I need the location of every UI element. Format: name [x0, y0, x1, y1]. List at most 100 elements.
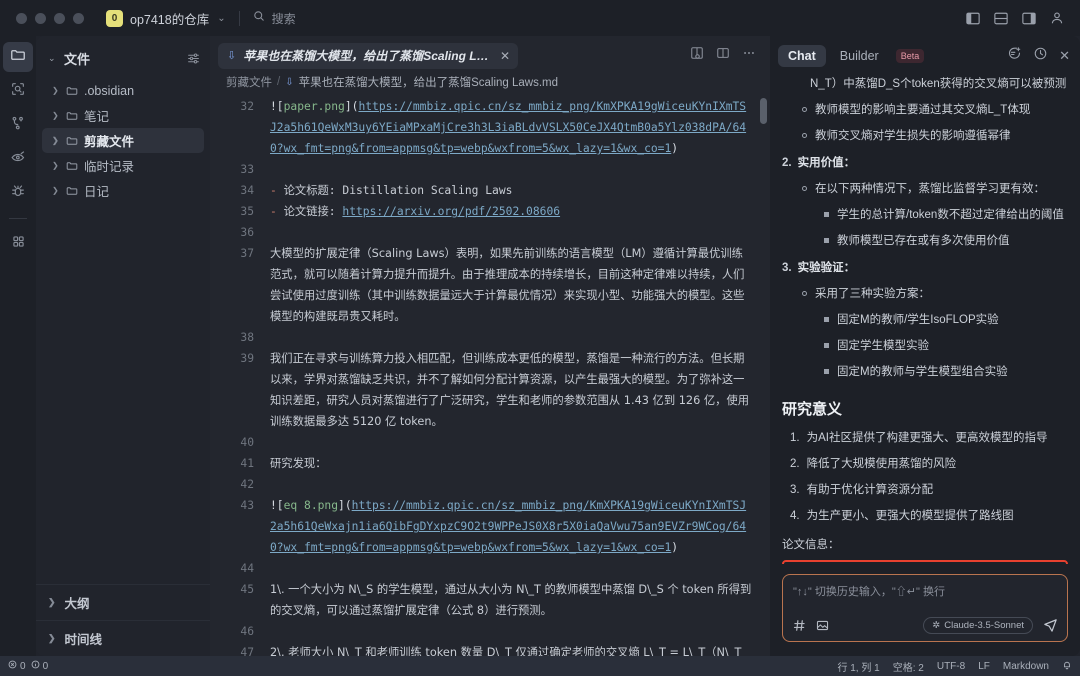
bullet-item: 教师模型的影响主要通过其交叉熵L_T体现: [802, 100, 1068, 120]
sub-bullet-item: 固定M的教师与学生模型组合实验: [824, 362, 1068, 382]
attach-image-icon[interactable]: [816, 619, 829, 632]
title-bar: 0 op7418的仓库 ⌄ 搜索: [0, 0, 1080, 36]
toggle-left-panel-icon[interactable]: [965, 11, 980, 26]
tree-item-obsidian[interactable]: ❯ .obsidian: [42, 78, 204, 103]
chat-input-box[interactable]: "↑↓" 切换历史输入，"⇧↵" 换行: [782, 574, 1068, 642]
line-content[interactable]: [270, 474, 752, 495]
rail-item-plugins[interactable]: [3, 229, 33, 259]
git-branch-icon: [10, 115, 26, 136]
line-content[interactable]: [270, 432, 752, 453]
chat-input-placeholder: "↑↓" 切换历史输入，"⇧↵" 换行: [793, 583, 1058, 599]
status-left: 0 0: [8, 660, 48, 672]
history-icon[interactable]: [1033, 46, 1048, 66]
line-content[interactable]: - 论文链接: https://arxiv.org/pdf/2502.08606: [270, 201, 752, 222]
rail-item-git[interactable]: [3, 110, 33, 140]
line-number: 44: [210, 558, 270, 579]
account-icon[interactable]: [1049, 11, 1064, 26]
line-content[interactable]: 我们正在寻求与训练算力投入相匹配，但训练成本更低的模型，蒸馏是一种流行的方法。但…: [270, 348, 752, 432]
line-content[interactable]: [270, 621, 752, 642]
rail-item-files[interactable]: [3, 42, 33, 72]
editor-scrollbar[interactable]: [760, 98, 767, 124]
close-tab-button[interactable]: ✕: [500, 49, 510, 63]
tab-builder[interactable]: Builder: [830, 45, 889, 67]
close-chat-icon[interactable]: ✕: [1059, 48, 1070, 64]
notification-bell-icon[interactable]: [1062, 660, 1072, 673]
chat-messages[interactable]: N_T）中蒸馏D_S个token获得的交叉熵可以被预测 教师模型的影响主要通过其…: [770, 74, 1080, 564]
model-name: Claude-3.5-Sonnet: [944, 620, 1024, 631]
error-count[interactable]: 0: [8, 660, 26, 672]
code-line: 32![paper.png](https://mmbiz.qpic.cn/sz_…: [210, 96, 752, 159]
code-line: 42: [210, 474, 752, 495]
rail-item-search[interactable]: [3, 76, 33, 106]
tree-item-notes[interactable]: ❯ 笔记: [42, 103, 204, 128]
line-content[interactable]: ![eq 8.png](https://mmbiz.qpic.cn/sz_mmb…: [270, 495, 752, 558]
code-token: 研究发现：: [270, 457, 327, 470]
inline-url[interactable]: https://arxiv.org/pdf/2502.08606: [342, 205, 560, 218]
code-scroll-area[interactable]: 32![paper.png](https://mmbiz.qpic.cn/sz_…: [210, 96, 770, 656]
close-window-button[interactable]: [16, 13, 27, 24]
divider: [239, 11, 240, 26]
line-content[interactable]: - 论文标题: Distillation Scaling Laws: [270, 180, 752, 201]
toggle-right-panel-icon[interactable]: [1021, 11, 1036, 26]
line-content[interactable]: [270, 327, 752, 348]
tree-item-label: 日记: [84, 181, 109, 200]
editor-tab[interactable]: ⇩ 苹果也在蒸馏大模型，给出了蒸馏Scaling Laws.md ✕: [218, 43, 518, 69]
assistant-message: N_T）中蒸馏D_S个token获得的交叉熵可以被预测 教师模型的影响主要通过其…: [782, 74, 1068, 564]
explorer-header: ⌄ 文件: [36, 36, 210, 78]
line-content[interactable]: [270, 558, 752, 579]
chevron-down-icon[interactable]: ⌄: [48, 53, 58, 64]
line-number: 41: [210, 453, 270, 474]
sub-bullet-item: 固定M的教师/学生IsoFLOP实验: [824, 310, 1068, 330]
code-token: 论文标题: Distillation Scaling Laws: [284, 184, 513, 197]
tab-chat[interactable]: Chat: [778, 45, 826, 67]
toggle-bottom-panel-icon[interactable]: [993, 11, 1008, 26]
vault-switcher[interactable]: 0 op7418的仓库 ⌄: [106, 9, 226, 28]
line-content[interactable]: [270, 159, 752, 180]
cursor-position[interactable]: 行 1, 列 1: [837, 659, 879, 674]
model-selector[interactable]: ✲ Claude-3.5-Sonnet: [923, 617, 1033, 634]
window-controls[interactable]: [10, 13, 84, 24]
line-content[interactable]: [270, 222, 752, 243]
folder-icon: [66, 160, 78, 172]
explorer-sort-button[interactable]: [187, 52, 200, 65]
maximize-window-button[interactable]: [54, 13, 65, 24]
section-timeline[interactable]: ❯ 时间线: [36, 620, 210, 656]
section-outline[interactable]: ❯ 大纲: [36, 584, 210, 620]
bullet-text: 教师模型的影响主要通过其交叉熵L_T体现: [815, 100, 1030, 120]
code-content[interactable]: 32![paper.png](https://mmbiz.qpic.cn/sz_…: [210, 96, 770, 656]
code-line: 37大模型的扩展定律（Scaling Laws）表明，如果先前训练的语言模型（L…: [210, 243, 752, 327]
breadcrumb-root[interactable]: 剪藏文件: [226, 74, 272, 90]
rail-item-links[interactable]: [3, 144, 33, 174]
line-content[interactable]: 研究发现：: [270, 453, 752, 474]
tree-item-temp[interactable]: ❯ 临时记录: [42, 153, 204, 178]
line-content[interactable]: ![paper.png](https://mmbiz.qpic.cn/sz_mm…: [270, 96, 752, 159]
code-line: 39我们正在寻求与训练算力投入相匹配，但训练成本更低的模型，蒸馏是一种流行的方法…: [210, 348, 752, 432]
code-line: 36: [210, 222, 752, 243]
folder-tree: ❯ .obsidian ❯ 笔记 ❯: [36, 78, 210, 203]
chevron-right-icon: ❯: [52, 186, 60, 195]
obsidian-file-icon: ⇩: [285, 77, 293, 88]
line-content[interactable]: 2\. 老师大小 N\_T 和老师训练 token 数量 D\_T 仅通过确定老…: [270, 642, 752, 656]
warning-count[interactable]: 0: [31, 660, 49, 672]
minimize-window-button[interactable]: [35, 13, 46, 24]
indent-setting[interactable]: 空格: 2: [893, 659, 924, 674]
hash-tag-icon[interactable]: [793, 619, 806, 632]
search-button[interactable]: 搜索: [253, 9, 296, 27]
line-number: 36: [210, 222, 270, 243]
send-button[interactable]: [1043, 618, 1058, 633]
message-continuation: N_T）中蒸馏D_S个token获得的交叉熵可以被预测: [810, 74, 1068, 94]
tree-item-clippings[interactable]: ❯ 剪藏文件: [42, 128, 204, 153]
new-chat-icon[interactable]: [1007, 46, 1022, 66]
eol-setting[interactable]: LF: [978, 661, 990, 672]
rail-item-debug[interactable]: [3, 178, 33, 208]
language-mode[interactable]: Markdown: [1003, 661, 1049, 672]
split-view-icon[interactable]: [716, 46, 730, 65]
encoding-setting[interactable]: UTF-8: [937, 661, 965, 672]
folder-icon: [66, 185, 78, 197]
more-options-icon[interactable]: [742, 46, 756, 65]
extra-window-button[interactable]: [73, 13, 84, 24]
tree-item-diary[interactable]: ❯ 日记: [42, 178, 204, 203]
line-content[interactable]: 大模型的扩展定律（Scaling Laws）表明，如果先前训练的语言模型（LM）…: [270, 243, 752, 327]
line-content[interactable]: 1\. 一个大小为 N\_S 的学生模型，通过从大小为 N\_T 的教师模型中蒸…: [270, 579, 752, 621]
reading-view-icon[interactable]: [690, 46, 704, 65]
